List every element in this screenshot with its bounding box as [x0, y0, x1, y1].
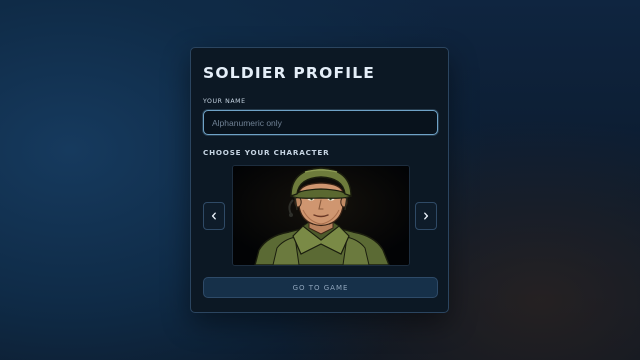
character-label: CHOOSE YOUR CHARACTER — [203, 148, 330, 157]
soldier-portrait-image — [233, 166, 409, 265]
chevron-left-icon — [210, 212, 218, 220]
soldier-profile-panel: SOLDIER PROFILE YOUR NAME CHOOSE YOUR CH… — [190, 47, 449, 313]
chevron-right-icon — [422, 212, 430, 220]
go-to-game-button[interactable]: GO TO GAME — [203, 277, 438, 298]
character-portrait — [232, 165, 410, 266]
next-character-button[interactable] — [415, 202, 437, 230]
name-label: YOUR NAME — [203, 98, 246, 105]
name-input[interactable] — [203, 110, 438, 135]
panel-title: SOLDIER PROFILE — [203, 64, 376, 82]
prev-character-button[interactable] — [203, 202, 225, 230]
